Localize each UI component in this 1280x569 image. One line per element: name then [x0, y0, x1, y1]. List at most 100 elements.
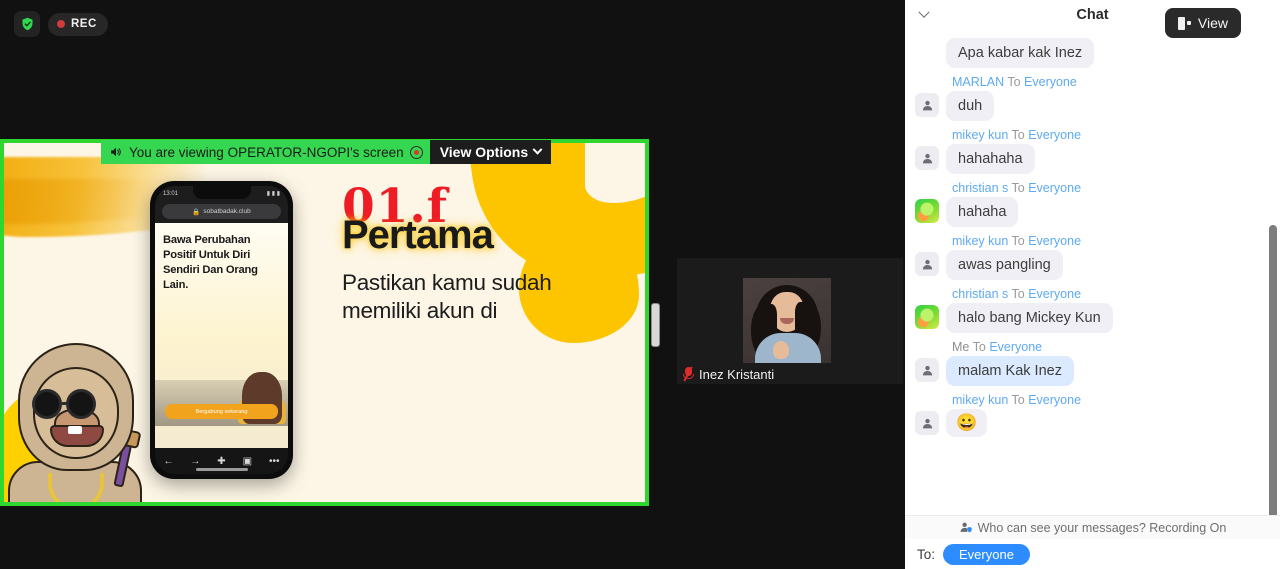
chat-scrollbar[interactable]: [1269, 225, 1277, 515]
avatar: [915, 199, 939, 223]
shared-screen-scrollbar[interactable]: [651, 303, 660, 347]
chat-privacy-notice-text: Who can see your messages? Recording On: [977, 520, 1227, 535]
view-options-button[interactable]: View Options: [429, 140, 552, 164]
participant-video: [743, 278, 831, 363]
chat-to-word: To: [1011, 234, 1025, 248]
person-icon: [915, 411, 939, 435]
chat-sender: Me: [952, 340, 970, 354]
chat-message: christian s To Everyone hahaha: [915, 181, 1270, 227]
chat-recipient: Everyone: [989, 340, 1043, 354]
chat-message-meta: mikey kun To Everyone: [952, 128, 1270, 142]
chat-message-meta: Me To Everyone: [952, 340, 1270, 354]
zoom-meeting-window: REC View 13:01 ▮ ▮ ▮ 🔒 sobatbadak.club B…: [0, 0, 1280, 569]
tabs-icon: ▣: [242, 455, 253, 467]
top-left-badges: REC: [14, 11, 108, 37]
chat-bubble: hahaha: [946, 197, 1019, 227]
chat-bubble: 😀: [946, 409, 988, 437]
shield-check-icon[interactable]: [14, 11, 40, 37]
participant-name-bar: Inez Kristanti: [677, 364, 784, 384]
chat-sender: christian s: [952, 181, 1009, 195]
forward-icon: →: [190, 455, 201, 467]
chat-message: Apa kabar kak Inez: [946, 38, 1270, 68]
recording-dot-icon: [57, 20, 65, 28]
recording-badge[interactable]: REC: [48, 12, 108, 36]
chat-sender: mikey kun: [952, 234, 1009, 248]
phone-notch: [192, 186, 251, 199]
chat-collapse-button[interactable]: [913, 6, 935, 24]
participant-video-tile[interactable]: Inez Kristanti: [677, 258, 903, 384]
slide-heading: Pertama: [342, 213, 494, 258]
chat-recipient: Everyone: [1028, 234, 1082, 248]
chat-recipient: Everyone: [1028, 128, 1082, 142]
view-options-label: View Options: [439, 144, 529, 160]
chat-message: christian s To Everyone halo bang Mickey…: [915, 287, 1270, 333]
chat-recipient-row: To: Everyone: [905, 539, 1280, 569]
shared-screen-frame[interactable]: 13:01 ▮ ▮ ▮ 🔒 sobatbadak.club Bawa Perub…: [0, 139, 649, 506]
chat-sender: MARLAN: [952, 75, 1005, 89]
chat-recipient: Everyone: [1028, 393, 1082, 407]
chat-sender: mikey kun: [952, 128, 1009, 142]
more-icon: •••: [268, 455, 280, 467]
chat-privacy-notice[interactable]: Who can see your messages? Recording On: [905, 515, 1280, 539]
microphone-muted-icon: [683, 366, 694, 382]
phone-status-icons: ▮ ▮ ▮: [266, 191, 280, 197]
chat-message: mikey kun To Everyone awas pangling: [915, 234, 1270, 280]
recording-label: REC: [71, 18, 97, 30]
chat-message-list[interactable]: Apa kabar kak Inez MARLAN To Everyone du…: [905, 30, 1280, 515]
phone-headline: Bawa Perubahan Positif Untuk Diri Sendir…: [163, 234, 258, 291]
chat-sender: mikey kun: [952, 393, 1009, 407]
presentation-slide: 13:01 ▮ ▮ ▮ 🔒 sobatbadak.club Bawa Perub…: [4, 143, 645, 502]
chat-bubble: malam Kak Inez: [946, 356, 1074, 386]
chat-message-meta: mikey kun To Everyone: [952, 393, 1270, 407]
chat-title: Chat: [1076, 7, 1109, 23]
back-icon: ←: [163, 455, 174, 467]
chat-to-word: To: [1011, 181, 1025, 195]
chat-bubble: Apa kabar kak Inez: [946, 38, 1095, 68]
rhino-mascot-illustration: [4, 333, 150, 502]
phone-page-content: Bawa Perubahan Positif Untuk Diri Sendir…: [155, 223, 288, 448]
sharing-notice-text: You are viewing OPERATOR-NGOPI's screen: [129, 144, 404, 160]
chat-bubble: duh: [946, 91, 995, 121]
slide-subtitle-line1: Pastikan kamu sudah: [342, 269, 552, 295]
person-shield-icon: [960, 522, 972, 533]
chat-message-meta: MARLAN To Everyone: [952, 75, 1270, 89]
phone-url-bar: 🔒 sobatbadak.club: [162, 204, 281, 219]
slide-text-block: 01.f Pertama Pastikan kamu sudah memilik…: [342, 183, 634, 326]
phone-mockup: 13:01 ▮ ▮ ▮ 🔒 sobatbadak.club Bawa Perub…: [150, 181, 293, 479]
chat-to-word: To: [972, 340, 986, 354]
speaker-icon: [111, 147, 121, 157]
chat-to-word: To: [1011, 128, 1025, 142]
chat-message-meta: christian s To Everyone: [952, 287, 1270, 301]
person-icon: [915, 93, 939, 117]
recording-indicator-icon: [409, 145, 423, 159]
layout-icon: [1177, 16, 1191, 30]
add-icon: ✚: [217, 455, 226, 467]
chat-to-label: To:: [917, 546, 936, 562]
chat-bubble: hahahaha: [946, 144, 1035, 174]
phone-status-time: 13:01: [163, 190, 179, 197]
chat-message: mikey kun To Everyone 😀: [915, 393, 1270, 437]
slide-subtitle-line2: memiliki akun di: [342, 298, 498, 324]
chat-panel: Chat Apa kabar kak Inez MARLAN To Everyo…: [905, 0, 1280, 569]
phone-cta-button: Bergabung sekarang: [165, 404, 278, 419]
screen-share-banner: You are viewing OPERATOR-NGOPI's screen …: [101, 140, 552, 164]
chat-message-meta: mikey kun To Everyone: [952, 234, 1270, 248]
chat-recipient: Everyone: [1028, 181, 1082, 195]
phone-home-indicator: [195, 468, 248, 471]
participant-name: Inez Kristanti: [699, 366, 775, 382]
person-icon: [915, 146, 939, 170]
view-button[interactable]: View: [1164, 8, 1241, 38]
chat-message-meta: christian s To Everyone: [952, 181, 1270, 195]
chat-bubble: halo bang Mickey Kun: [946, 303, 1113, 333]
person-icon: [915, 358, 939, 382]
chat-recipient: Everyone: [1028, 287, 1082, 301]
avatar: [915, 305, 939, 329]
chat-sender: christian s: [952, 287, 1009, 301]
chat-to-word: To: [1007, 75, 1021, 89]
phone-url-text: sobatbadak.club: [203, 208, 251, 215]
chat-recipient-chip[interactable]: Everyone: [943, 543, 1030, 565]
chat-to-word: To: [1011, 393, 1025, 407]
person-icon: [915, 252, 939, 276]
lock-icon: 🔒: [192, 208, 201, 216]
chat-bubble: awas pangling: [946, 250, 1063, 280]
